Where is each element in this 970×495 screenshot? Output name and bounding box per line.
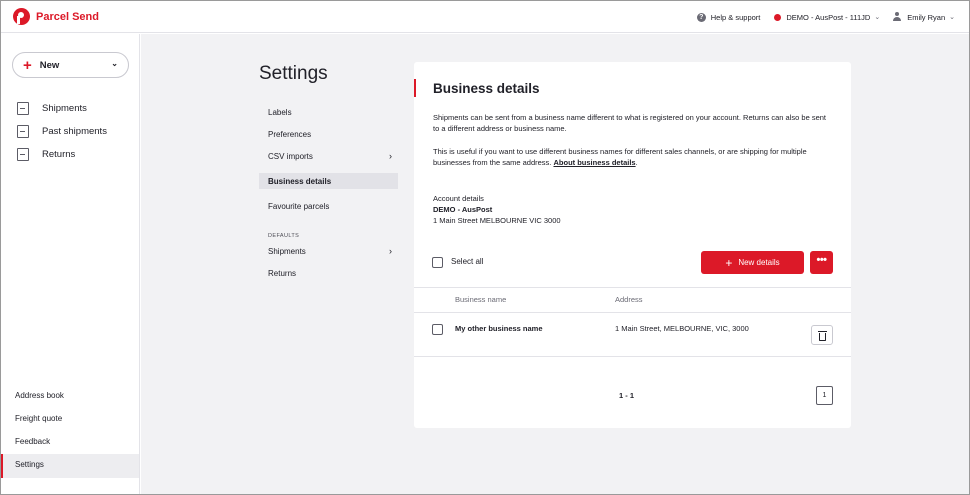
more-options-button[interactable]: •••: [810, 251, 833, 274]
account-address: 1 Main Street MELBOURNE VIC 3000: [433, 216, 561, 225]
new-details-label: New details: [738, 258, 780, 267]
past-shipments-icon: [17, 125, 29, 138]
plus-icon: +: [725, 255, 733, 270]
new-button[interactable]: + New ⌄: [12, 52, 129, 78]
main-content: Settings Labels Preferences CSV imports …: [141, 34, 969, 494]
account-switcher[interactable]: DEMO - AusPost - 111JD: [786, 13, 870, 22]
settings-nav-favourite-parcels[interactable]: Favourite parcels: [268, 202, 329, 211]
chevron-right-icon: ›: [389, 246, 392, 256]
settings-nav-default-shipments[interactable]: Shipments: [268, 247, 306, 256]
app-frame: Parcel Send ? Help & support DEMO - AusP…: [0, 0, 970, 495]
divider: [414, 312, 851, 313]
new-details-button[interactable]: + New details: [701, 251, 804, 274]
divider: [414, 356, 851, 357]
title-accent-bar: [414, 79, 416, 97]
account-name: DEMO - AusPost: [433, 205, 493, 214]
settings-nav-business-details[interactable]: Business details: [268, 177, 331, 186]
account-status-icon: [774, 13, 782, 21]
usage-text-end: .: [635, 158, 638, 167]
column-header-business-name: Business name: [455, 295, 507, 304]
intro-paragraph: Shipments can be sent from a business na…: [433, 113, 826, 133]
page-title: Settings: [259, 63, 328, 84]
about-business-details-link[interactable]: About business details: [553, 158, 635, 167]
divider: [414, 287, 851, 288]
select-all-checkbox[interactable]: [432, 257, 443, 268]
settings-nav-labels[interactable]: Labels: [268, 108, 292, 117]
sidebar-item-past-shipments[interactable]: Past shipments: [17, 125, 107, 138]
top-right-menu: ? Help & support DEMO - AusPost - 111JD …: [696, 1, 955, 33]
sidebar-item-feedback[interactable]: Feedback: [15, 437, 50, 446]
settings-nav-csv-imports[interactable]: CSV imports: [268, 152, 313, 161]
trash-icon: [818, 331, 827, 332]
user-menu[interactable]: Emily Ryan: [907, 13, 945, 22]
delete-button[interactable]: [811, 325, 833, 345]
returns-icon: [17, 148, 29, 161]
sidebar-item-label: Shipments: [42, 103, 87, 114]
pagination-page-button[interactable]: 1: [816, 386, 833, 405]
auspost-logo-icon: [13, 8, 30, 25]
chevron-down-icon[interactable]: ⌄: [874, 13, 880, 21]
help-link[interactable]: Help & support: [711, 13, 761, 22]
plus-icon: +: [23, 56, 32, 74]
chevron-right-icon: ›: [389, 151, 392, 161]
sidebar-item-label: Past shipments: [42, 126, 107, 137]
sidebar-item-address-book[interactable]: Address book: [15, 391, 64, 400]
business-details-card: Business details Shipments can be sent f…: [414, 62, 851, 428]
shipments-icon: [17, 102, 29, 115]
defaults-heading: DEFAULTS: [268, 233, 300, 239]
sidebar-item-returns[interactable]: Returns: [17, 148, 75, 161]
card-title: Business details: [433, 81, 540, 96]
chevron-down-icon: ⌄: [111, 59, 118, 68]
chevron-down-icon[interactable]: ⌄: [949, 13, 955, 21]
sidebar-item-shipments[interactable]: Shipments: [17, 102, 87, 115]
column-header-address: Address: [615, 295, 643, 304]
brand-name: Parcel Send: [36, 10, 99, 23]
settings-nav-default-returns[interactable]: Returns: [268, 269, 296, 278]
usage-paragraph: This is useful if you want to use differ…: [433, 146, 833, 168]
row-address: 1 Main Street, MELBOURNE, VIC, 3000: [615, 324, 749, 333]
brand[interactable]: Parcel Send: [13, 8, 99, 25]
sidebar-item-freight-quote[interactable]: Freight quote: [15, 414, 62, 423]
sidebar-item-settings[interactable]: Settings: [15, 460, 44, 469]
top-bar: Parcel Send ? Help & support DEMO - AusP…: [1, 1, 969, 33]
user-icon: [892, 12, 902, 22]
select-all-label[interactable]: Select all: [451, 257, 483, 266]
settings-nav-preferences[interactable]: Preferences: [268, 130, 311, 139]
account-details-title: Account details: [433, 194, 484, 203]
trash-icon: [819, 333, 826, 341]
sidebar: + New ⌄ Shipments Past shipments Returns…: [1, 34, 140, 494]
row-business-name: My other business name: [455, 324, 543, 333]
sidebar-item-label: Returns: [42, 149, 76, 160]
row-checkbox[interactable]: [432, 324, 443, 335]
pagination-range: 1 - 1: [619, 391, 635, 400]
help-icon: ?: [696, 12, 706, 22]
new-button-label: New: [39, 59, 60, 71]
